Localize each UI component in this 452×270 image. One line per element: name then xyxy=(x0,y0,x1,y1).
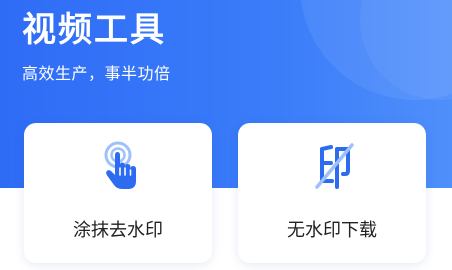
tool-label: 涂抹去水印 xyxy=(73,220,163,241)
no-watermark-icon xyxy=(315,143,354,189)
tool-label: 无水印下载 xyxy=(287,220,377,241)
tool-card-no-watermark-download[interactable]: 无水印下载 xyxy=(238,123,426,263)
page-title: 视频工具 xyxy=(22,10,166,50)
tool-card-remove-watermark[interactable]: 涂抹去水印 xyxy=(24,123,212,263)
touch-tap-icon xyxy=(104,141,136,189)
page-subtitle: 高效生产，事半功倍 xyxy=(22,64,171,83)
